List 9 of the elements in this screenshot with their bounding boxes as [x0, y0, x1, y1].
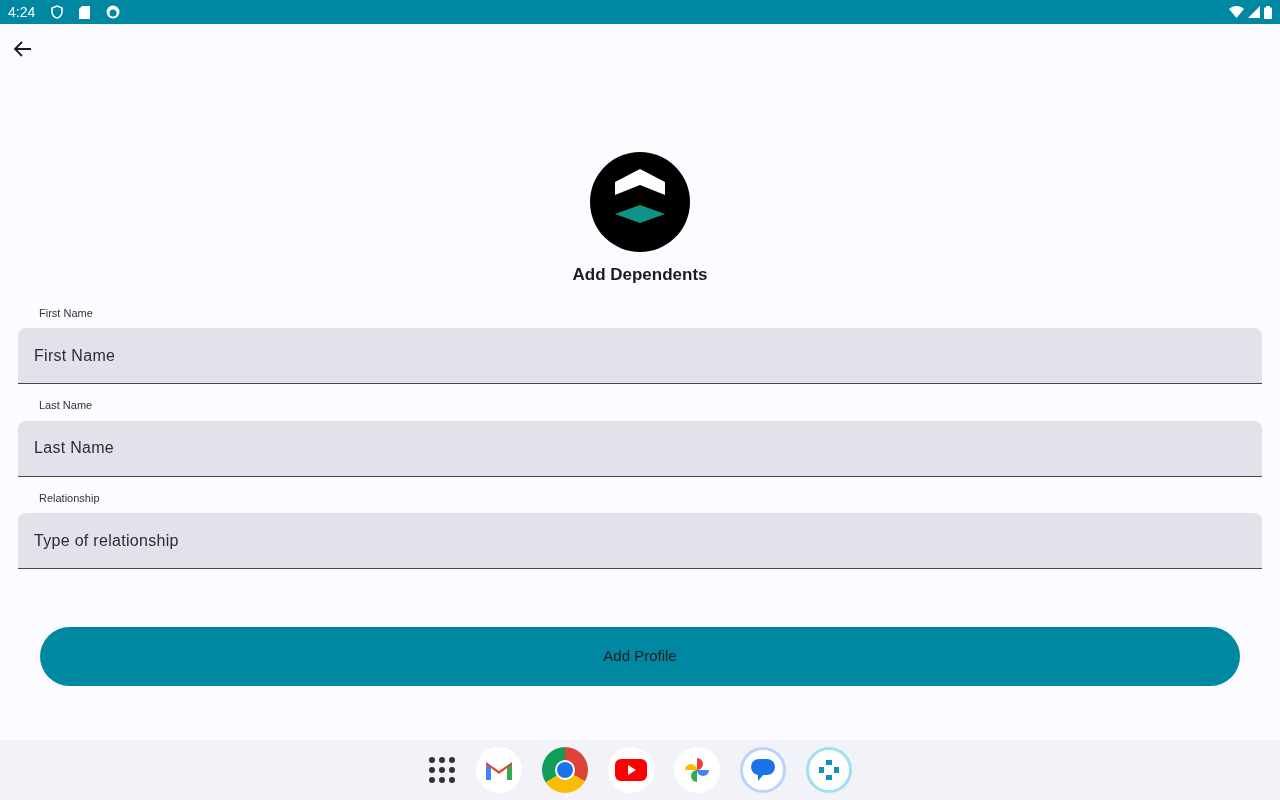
page-title: Add Dependents — [572, 264, 708, 286]
input-field[interactable]: Last Name — [18, 420, 1262, 477]
field-label: Relationship — [39, 490, 100, 506]
field-label: Last Name — [39, 398, 93, 413]
add-profile-button[interactable]: Add Profile — [40, 627, 1240, 686]
input-field[interactable]: First Name — [18, 328, 1262, 384]
input-field[interactable]: Type of relationship — [18, 513, 1262, 569]
field-label: First Name — [39, 305, 93, 321]
status-time: 4:24 — [8, 2, 36, 22]
